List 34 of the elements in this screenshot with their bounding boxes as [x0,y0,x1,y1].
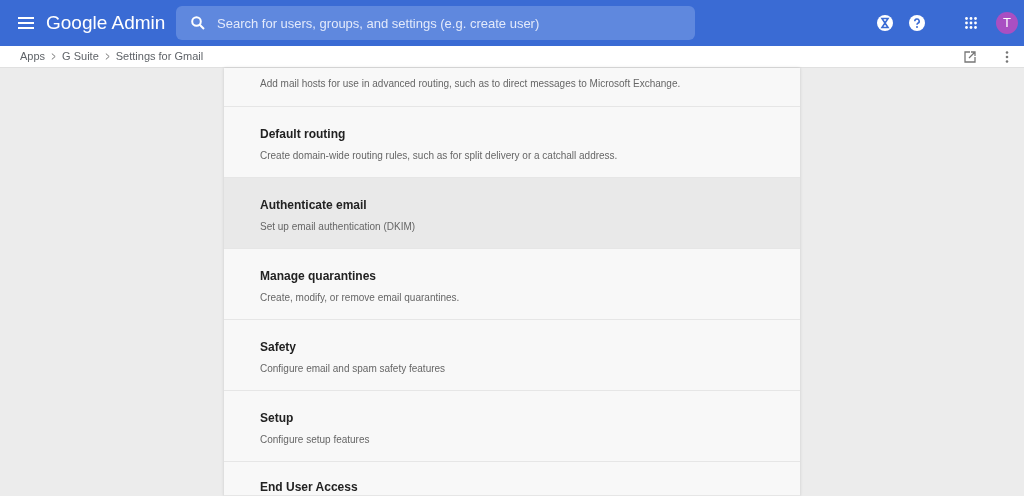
setting-description: Set up email authentication (DKIM) [260,220,416,234]
setting-description: Add mail hosts for use in advanced routing, such as to direct messages to Microsoft Exchange. [260,77,681,91]
breadcrumb-link[interactable]: G Suite [62,48,99,65]
search-icon [191,16,205,30]
search-field[interactable]: Search for users, groups, and settings (e.g. create user) [176,6,695,40]
setting-description: Create, modify, or remove email quarantines. [260,291,460,305]
settings-row[interactable]: Add mail hosts for use in advanced routing, such as to direct messages to Microsoft Exchange. [224,68,800,107]
chevron-icon [104,53,110,60]
setting-title: End User Access [260,479,358,495]
open-in-new-icon[interactable] [964,50,976,63]
chevron-icon [51,53,57,60]
setting-description: Configure email and spam safety features [260,362,446,376]
setting-title: Safety [260,339,297,355]
settings-row[interactable]: Safety Configure email and spam safety features [224,320,800,391]
setting-title: Manage quarantines [260,268,377,284]
breadcrumb-link[interactable]: Settings for Gmail [115,48,204,65]
setting-title: Setup [260,410,294,426]
menu-icon[interactable] [18,17,34,29]
settings-row[interactable]: Manage quarantines Create, modify, or remove email quarantines. [224,249,800,320]
hourglass-icon[interactable] [877,15,893,31]
settings-row[interactable]: Setup Configure setup features [224,391,800,462]
settings-row[interactable]: Authenticate email Set up email authentication (DKIM) [224,178,800,249]
breadcrumb-link[interactable]: Apps [20,48,46,65]
apps-grid-icon[interactable] [965,17,977,29]
app-logo[interactable]: Google Admin [46,8,166,38]
setting-title: Default routing [260,126,346,142]
setting-description: Configure setup features [260,433,370,447]
settings-row[interactable]: Default routing Create domain-wide routing rules, such as for split delivery or a catchall address. [224,107,800,178]
settings-row[interactable]: End User Access [224,462,800,496]
more-options-icon[interactable] [1005,50,1009,63]
setting-title: Authenticate email [260,197,367,213]
setting-description: Create domain-wide routing rules, such as for split delivery or a catchall address. [260,149,618,163]
user-avatar[interactable]: T [996,12,1018,34]
help-icon[interactable] [909,15,925,31]
